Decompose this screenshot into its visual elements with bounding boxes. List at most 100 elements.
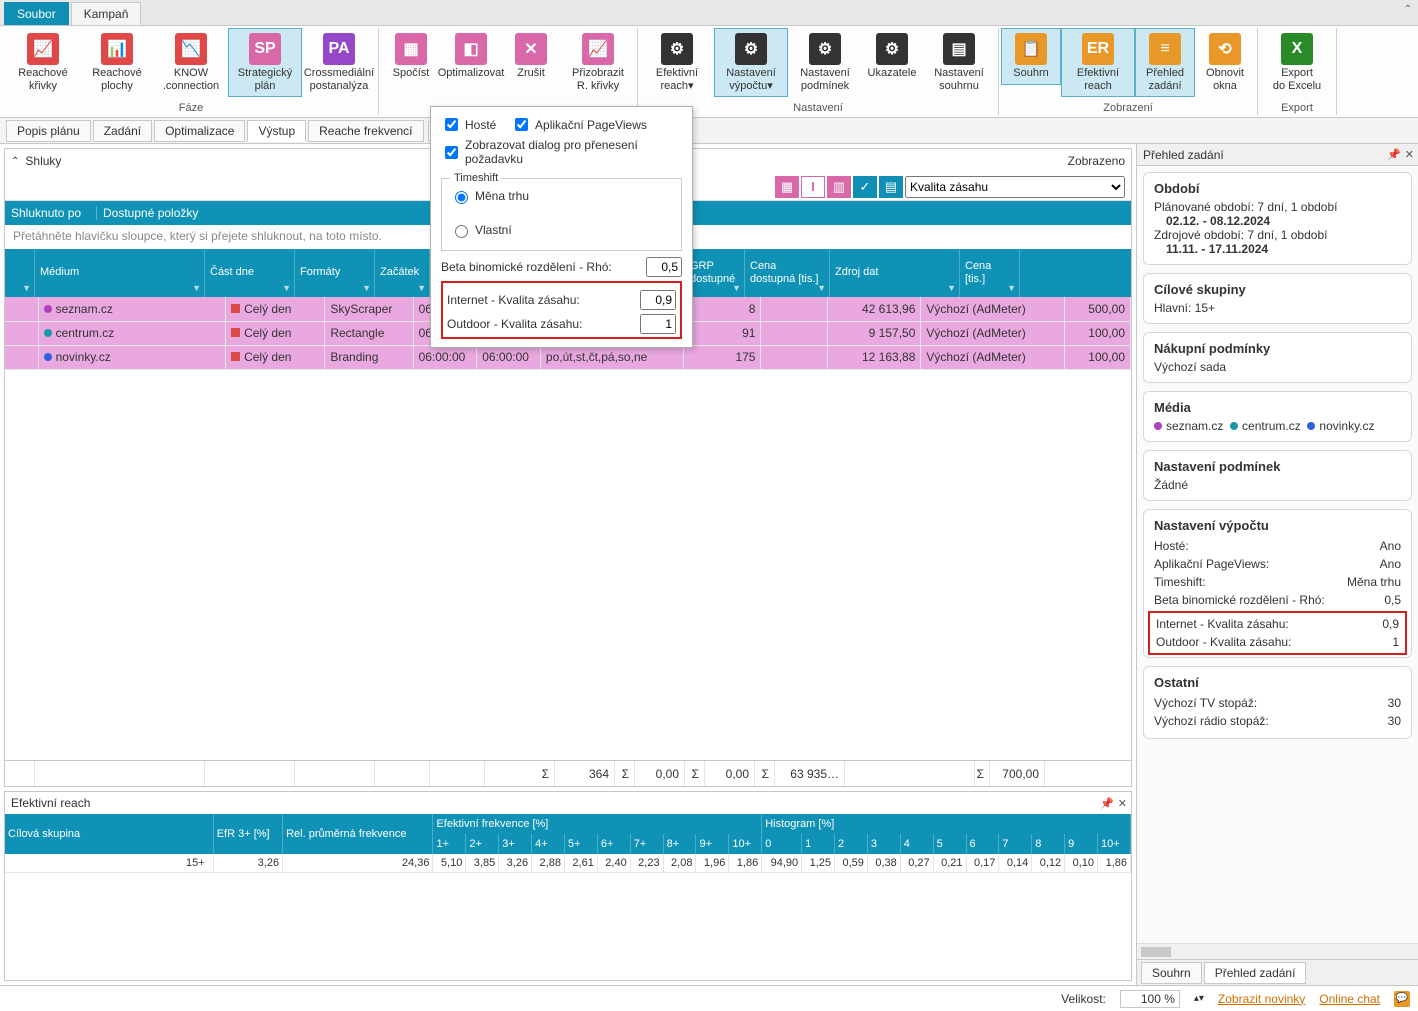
grid-col-header[interactable]: Zdroj dat▼ [830,249,960,297]
reach-col-header[interactable]: 0 [762,834,802,854]
reach-col-header[interactable]: 2+ [466,834,499,854]
timeshift-vlastni-radio[interactable] [455,225,468,238]
reach-col-header[interactable]: 3 [867,834,900,854]
reach-col-header[interactable]: 7 [999,834,1032,854]
footer-cell: 364 [555,761,615,786]
table-cell: Celý den [226,297,325,321]
hoste-checkbox-row[interactable]: Hosté Aplikační PageViews [441,115,682,134]
ukazatele-button[interactable]: ⚙Ukazatele [862,28,922,85]
strategicky-plan-button[interactable]: SPStrategickýplán [228,28,302,97]
toolbar-quality-select[interactable]: Kvalita zásahu [905,176,1125,198]
pin-icon[interactable]: 📌 [1100,797,1114,810]
reach-col-header[interactable]: 6+ [597,834,630,854]
grid-col-header[interactable]: ▼ [5,249,35,297]
zobrazit-novinky-link[interactable]: Zobrazit novinky [1218,992,1305,1006]
tab-soubor[interactable]: Soubor [4,2,69,25]
close-icon[interactable]: ✕ [1118,797,1127,810]
optimalizovat-button[interactable]: ◧Optimalizovat [441,28,501,85]
efektivni-reach-button[interactable]: ⚙Efektivníreach▾ [640,28,714,97]
aplpv-checkbox[interactable] [515,118,528,131]
reach-col-header[interactable]: 3+ [499,834,532,854]
souhrn-button[interactable]: 📋Souhrn [1001,28,1061,85]
grid-col-header[interactable]: Začátek▼ [375,249,430,297]
reach-krivky-button[interactable]: 📈Reachovékřivky [6,28,80,97]
toolbar-btn-1[interactable]: ▦ [775,176,799,198]
reach-col-header[interactable]: 10+ [1098,834,1131,854]
reach-cell: 0,59 [835,854,868,873]
reach-col-header[interactable]: 9 [1065,834,1098,854]
reach-col-header[interactable]: Cílová skupina [5,814,213,854]
efektivni-reach-view-button[interactable]: EREfektivníreach [1061,28,1135,97]
reach-col-header[interactable]: 6 [966,834,999,854]
zoom-stepper-icon[interactable]: ▴▾ [1194,993,1204,1004]
grid-col-header[interactable]: Cena [tis.]▼ [960,249,1020,297]
obnovit-okna-button[interactable]: ⟲Obnovitokna [1195,28,1255,97]
subtab-optimalizace[interactable]: Optimalizace [154,120,245,142]
toolbar-btn-3[interactable]: ▥ [827,176,851,198]
right-tab-souhrn[interactable]: Souhrn [1141,962,1202,984]
subtab-výstup[interactable]: Výstup [247,120,306,142]
grid-col-header[interactable]: GRP dostupné▼ [685,249,745,297]
subtab-popis-plánu[interactable]: Popis plánu [6,120,91,142]
nastaveni-souhrnu-button[interactable]: ▤Nastavenísouhrnu [922,28,996,97]
reach-col-header[interactable]: 9+ [696,834,729,854]
reach-col-header[interactable]: 4 [900,834,933,854]
reach-col-header[interactable]: 8 [1032,834,1065,854]
reach-col-header[interactable]: 8+ [663,834,696,854]
spocist-button[interactable]: ▦Spočíst [381,28,441,85]
reach-plochy-button[interactable]: 📊Reachovéplochy [80,28,154,97]
dialog-checkbox-row[interactable]: Zobrazovat dialog pro přenesení požadavk… [441,138,682,166]
nastaveni-vypoctu-button[interactable]: ⚙Nastavenívýpočtu▾ [714,28,788,97]
crossmed-button[interactable]: PACrossmediálnípostanalýza [302,28,376,97]
pin-icon[interactable]: 📌 [1387,148,1401,161]
reach-col-header[interactable]: 5 [933,834,966,854]
reach-col-header[interactable]: Histogram [%] [762,814,1131,834]
grid-col-header[interactable]: Médium▼ [35,249,205,297]
reach-col-header[interactable]: Efektivní frekvence [%] [433,814,762,834]
table-row[interactable]: novinky.czCelý denBranding06:00:0006:00:… [5,345,1131,369]
reach-col-header[interactable]: EfR 3+ [%] [213,814,282,854]
zrusit-button[interactable]: ✕Zrušit [501,28,561,85]
collapse-ribbon-icon[interactable]: ⌃ [1404,4,1412,15]
reach-col-header[interactable]: Rel. průměrná frekvence [283,814,433,854]
reach-col-header[interactable]: 1 [802,834,835,854]
ostatni-row: Výchozí rádio stopáž:30 [1154,712,1401,730]
grid-col-header[interactable]: Část dne▼ [205,249,295,297]
internet-quality-input[interactable] [640,290,676,310]
reach-col-header[interactable]: 5+ [564,834,597,854]
toolbar-btn-2[interactable]: I [801,176,825,198]
subtab-reache-frekvencí[interactable]: Reache frekvencí [308,120,423,142]
prehled-zadani-button[interactable]: ≡Přehledzadání [1135,28,1195,97]
dialog-checkbox[interactable] [445,146,458,159]
chat-icon[interactable]: 💬 [1394,991,1410,1007]
right-scrollbar[interactable] [1137,943,1418,959]
reach-col-header[interactable]: 7+ [630,834,663,854]
export-excel-button[interactable]: XExportdo Excelu [1260,28,1334,97]
reach-col-header[interactable]: 1+ [433,834,466,854]
timeshift-vlastni-radio-row[interactable]: Vlastní [450,222,673,238]
grid-col-header[interactable]: Formáty▼ [295,249,375,297]
timeshift-mena-radio-row[interactable]: Měna trhu [450,188,673,204]
hoste-checkbox[interactable] [445,118,458,131]
toolbar-btn-check[interactable]: ✓ [853,176,877,198]
subtab-zadání[interactable]: Zadání [93,120,152,142]
reach-col-header[interactable]: 10+ [729,834,762,854]
reach-cell: 3,26 [213,854,282,873]
timeshift-mena-radio[interactable] [455,191,468,204]
zoom-value[interactable]: 100 % [1120,990,1180,1008]
know-conn-button[interactable]: 📉KNOW.connection [154,28,228,97]
reach-col-header[interactable]: 2 [835,834,868,854]
close-icon[interactable]: ✕ [1405,148,1414,161]
tab-kampan[interactable]: Kampaň [71,2,142,25]
grid-col-header[interactable]: Cena dostupná [tis.]▼ [745,249,830,297]
reach-col-header[interactable]: 4+ [532,834,565,854]
beta-input[interactable] [646,257,682,277]
online-chat-link[interactable]: Online chat [1319,992,1380,1006]
prizobrazit-button[interactable]: 📈PřizobrazitR. křivky [561,28,635,97]
collapse-icon[interactable]: ⌃ [11,156,19,167]
outdoor-quality-label: Outdoor - Kvalita zásahu: [447,317,582,331]
nastaveni-podminek-button[interactable]: ⚙Nastavenípodmínek [788,28,862,97]
toolbar-btn-4[interactable]: ▤ [879,176,903,198]
right-tab-přehled-zadání[interactable]: Přehled zadání [1204,962,1307,984]
outdoor-quality-input[interactable] [640,314,676,334]
